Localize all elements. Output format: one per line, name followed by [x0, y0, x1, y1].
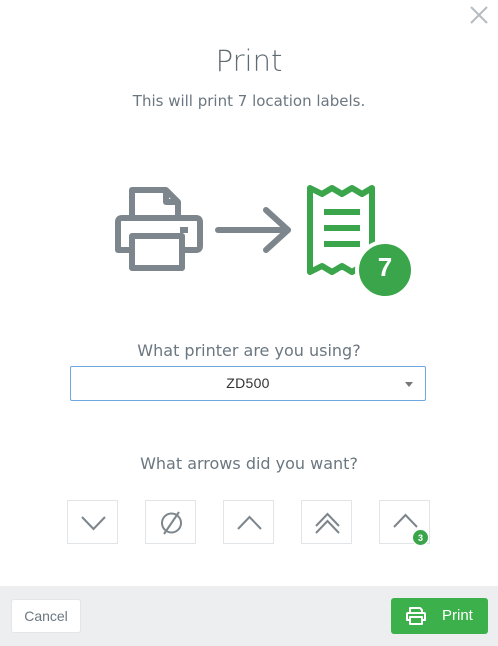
dialog-title: Print [215, 44, 283, 78]
printer-icon [406, 607, 426, 625]
print-button[interactable]: Print [391, 598, 488, 634]
close-icon [470, 6, 488, 24]
arrow-count-badge: 3 [412, 529, 429, 546]
arrow-up-icon [237, 515, 262, 530]
no-arrow-icon [161, 511, 182, 535]
dialog-subtitle: This will print 7 location labels. [132, 92, 366, 110]
chevron-down-icon [405, 382, 413, 387]
printer-select-value: ZD500 [226, 375, 270, 391]
printer-question: What printer are you using? [137, 341, 361, 360]
label-count: 7 [377, 252, 393, 282]
arrow-option-double-up[interactable] [301, 500, 352, 544]
printer-icon [115, 187, 203, 271]
double-arrow-up-icon [315, 512, 340, 534]
arrow-options: 3 [67, 500, 431, 546]
arrows-question: What arrows did you want? [140, 454, 358, 473]
print-button-label: Print [442, 607, 473, 624]
arrow-option-up[interactable] [223, 500, 274, 544]
arrow-option-up-multiple[interactable]: 3 [379, 500, 430, 546]
dialog-footer: Cancel Print [0, 586, 498, 646]
close-button[interactable] [468, 4, 490, 26]
print-illustration: 7 [110, 180, 420, 300]
printer-select[interactable]: ZD500 [70, 366, 426, 401]
arrow-down-icon [81, 516, 106, 531]
arrow-option-none[interactable] [145, 500, 196, 544]
arrow-right-icon [215, 207, 291, 253]
cancel-button[interactable]: Cancel [11, 599, 81, 633]
arrow-option-down[interactable] [67, 500, 118, 544]
